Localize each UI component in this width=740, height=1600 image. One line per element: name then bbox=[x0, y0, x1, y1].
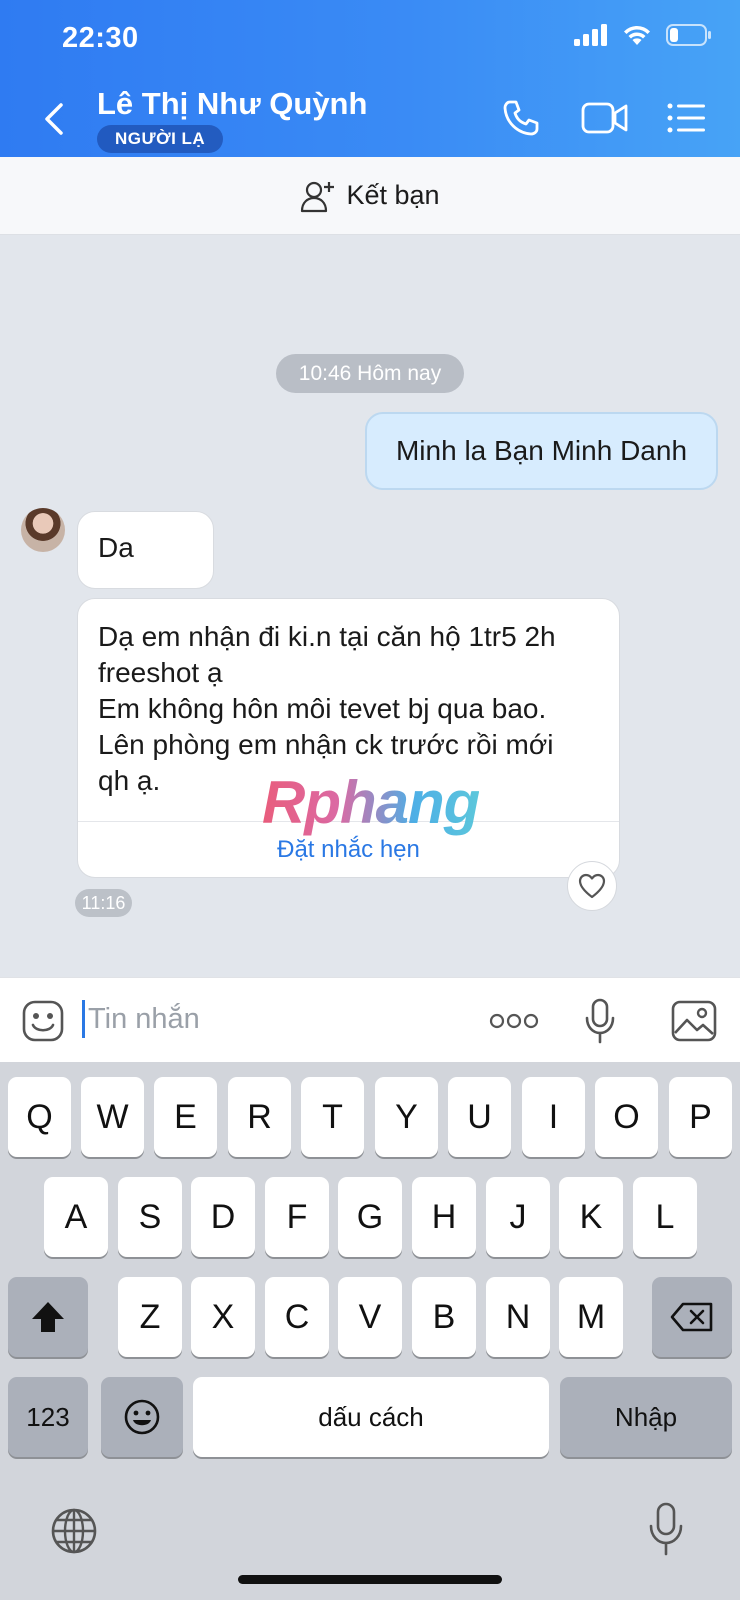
status-icons bbox=[574, 24, 712, 46]
more-button[interactable] bbox=[487, 998, 541, 1044]
shift-arrow-icon bbox=[32, 1302, 64, 1332]
emoji-key[interactable] bbox=[101, 1377, 183, 1457]
key-e[interactable]: E bbox=[154, 1077, 217, 1157]
video-call-button[interactable] bbox=[578, 95, 632, 141]
react-button[interactable] bbox=[567, 861, 617, 911]
battery-icon bbox=[666, 24, 711, 46]
contact-name[interactable]: Lê Thị Như Quỳnh bbox=[97, 86, 367, 122]
key-j[interactable]: J bbox=[486, 1177, 550, 1257]
dictation-button[interactable] bbox=[646, 1500, 686, 1558]
text-caret bbox=[82, 1000, 85, 1038]
wifi-icon bbox=[624, 25, 650, 45]
globe-icon bbox=[51, 1508, 97, 1554]
key-u[interactable]: U bbox=[448, 1077, 511, 1157]
avatar[interactable] bbox=[21, 508, 65, 552]
voice-button[interactable] bbox=[576, 998, 624, 1044]
message-line: Lên phòng em nhận ck trước rồi mới bbox=[98, 729, 554, 760]
back-button[interactable] bbox=[34, 96, 74, 142]
key-q[interactable]: Q bbox=[8, 1077, 71, 1157]
message-line: Em không hôn môi tevet bj qua bao. bbox=[98, 693, 547, 724]
image-icon bbox=[671, 1000, 717, 1042]
chevron-left-icon bbox=[45, 103, 63, 135]
space-key[interactable]: dấu cách bbox=[193, 1377, 549, 1457]
key-z[interactable]: Z bbox=[118, 1277, 182, 1357]
key-s[interactable]: S bbox=[118, 1177, 182, 1257]
message-input[interactable] bbox=[88, 993, 468, 1045]
date-separator: 10:46 Hôm nay bbox=[276, 354, 464, 393]
chat-menu-button[interactable] bbox=[662, 95, 710, 141]
video-icon bbox=[581, 102, 628, 134]
key-a[interactable]: A bbox=[44, 1177, 108, 1257]
status-time: 22:30 bbox=[62, 22, 139, 54]
return-key[interactable]: Nhập bbox=[560, 1377, 732, 1457]
chat-header: 22:30 Lê Thị Như Quỳnh NGƯỜI LẠ bbox=[0, 0, 740, 157]
stranger-badge: NGƯỜI LẠ bbox=[97, 125, 224, 153]
phone-icon bbox=[503, 100, 539, 136]
message-line: freeshot ạ bbox=[98, 657, 223, 688]
signal-icon bbox=[574, 24, 607, 46]
image-button[interactable] bbox=[670, 998, 718, 1044]
microphone-icon bbox=[585, 998, 615, 1044]
message-line: Dạ em nhận đi ki.n tại căn hộ 1tr5 2h bbox=[98, 621, 556, 652]
key-g[interactable]: G bbox=[338, 1177, 402, 1257]
key-v[interactable]: V bbox=[338, 1277, 402, 1357]
key-n[interactable]: N bbox=[486, 1277, 550, 1357]
numbers-key[interactable]: 123 bbox=[8, 1377, 88, 1457]
key-f[interactable]: F bbox=[265, 1177, 329, 1257]
key-d[interactable]: D bbox=[191, 1177, 255, 1257]
backspace-icon bbox=[670, 1302, 713, 1332]
add-user-icon bbox=[301, 181, 335, 212]
menu-list-icon bbox=[667, 103, 705, 133]
emoji-icon bbox=[124, 1399, 160, 1435]
key-p[interactable]: P bbox=[669, 1077, 732, 1157]
call-button[interactable] bbox=[497, 95, 545, 141]
key-i[interactable]: I bbox=[522, 1077, 585, 1157]
more-dots-icon bbox=[489, 1013, 539, 1029]
message-time: 11:16 bbox=[75, 889, 132, 917]
key-y[interactable]: Y bbox=[375, 1077, 438, 1157]
key-x[interactable]: X bbox=[191, 1277, 255, 1357]
key-m[interactable]: M bbox=[559, 1277, 623, 1357]
sticker-button[interactable] bbox=[19, 998, 67, 1044]
key-h[interactable]: H bbox=[412, 1177, 476, 1257]
key-b[interactable]: B bbox=[412, 1277, 476, 1357]
backspace-key[interactable] bbox=[652, 1277, 732, 1357]
key-k[interactable]: K bbox=[559, 1177, 623, 1257]
key-l[interactable]: L bbox=[633, 1177, 697, 1257]
key-c[interactable]: C bbox=[265, 1277, 329, 1357]
key-o[interactable]: O bbox=[595, 1077, 658, 1157]
globe-button[interactable] bbox=[48, 1505, 100, 1557]
incoming-message[interactable]: Da bbox=[77, 511, 214, 589]
key-w[interactable]: W bbox=[81, 1077, 144, 1157]
sticker-icon bbox=[22, 1000, 64, 1042]
shift-key[interactable] bbox=[8, 1277, 88, 1357]
key-r[interactable]: R bbox=[228, 1077, 291, 1157]
add-friend-button[interactable]: Kết bạn bbox=[0, 157, 740, 235]
key-t[interactable]: T bbox=[301, 1077, 364, 1157]
heart-icon bbox=[578, 873, 606, 899]
add-friend-label: Kết bạn bbox=[346, 180, 440, 210]
microphone-icon bbox=[649, 1502, 683, 1556]
outgoing-message[interactable]: Minh la Bạn Minh Danh bbox=[365, 412, 718, 490]
home-indicator bbox=[238, 1575, 502, 1584]
watermark-logo: Rphang bbox=[262, 769, 480, 836]
